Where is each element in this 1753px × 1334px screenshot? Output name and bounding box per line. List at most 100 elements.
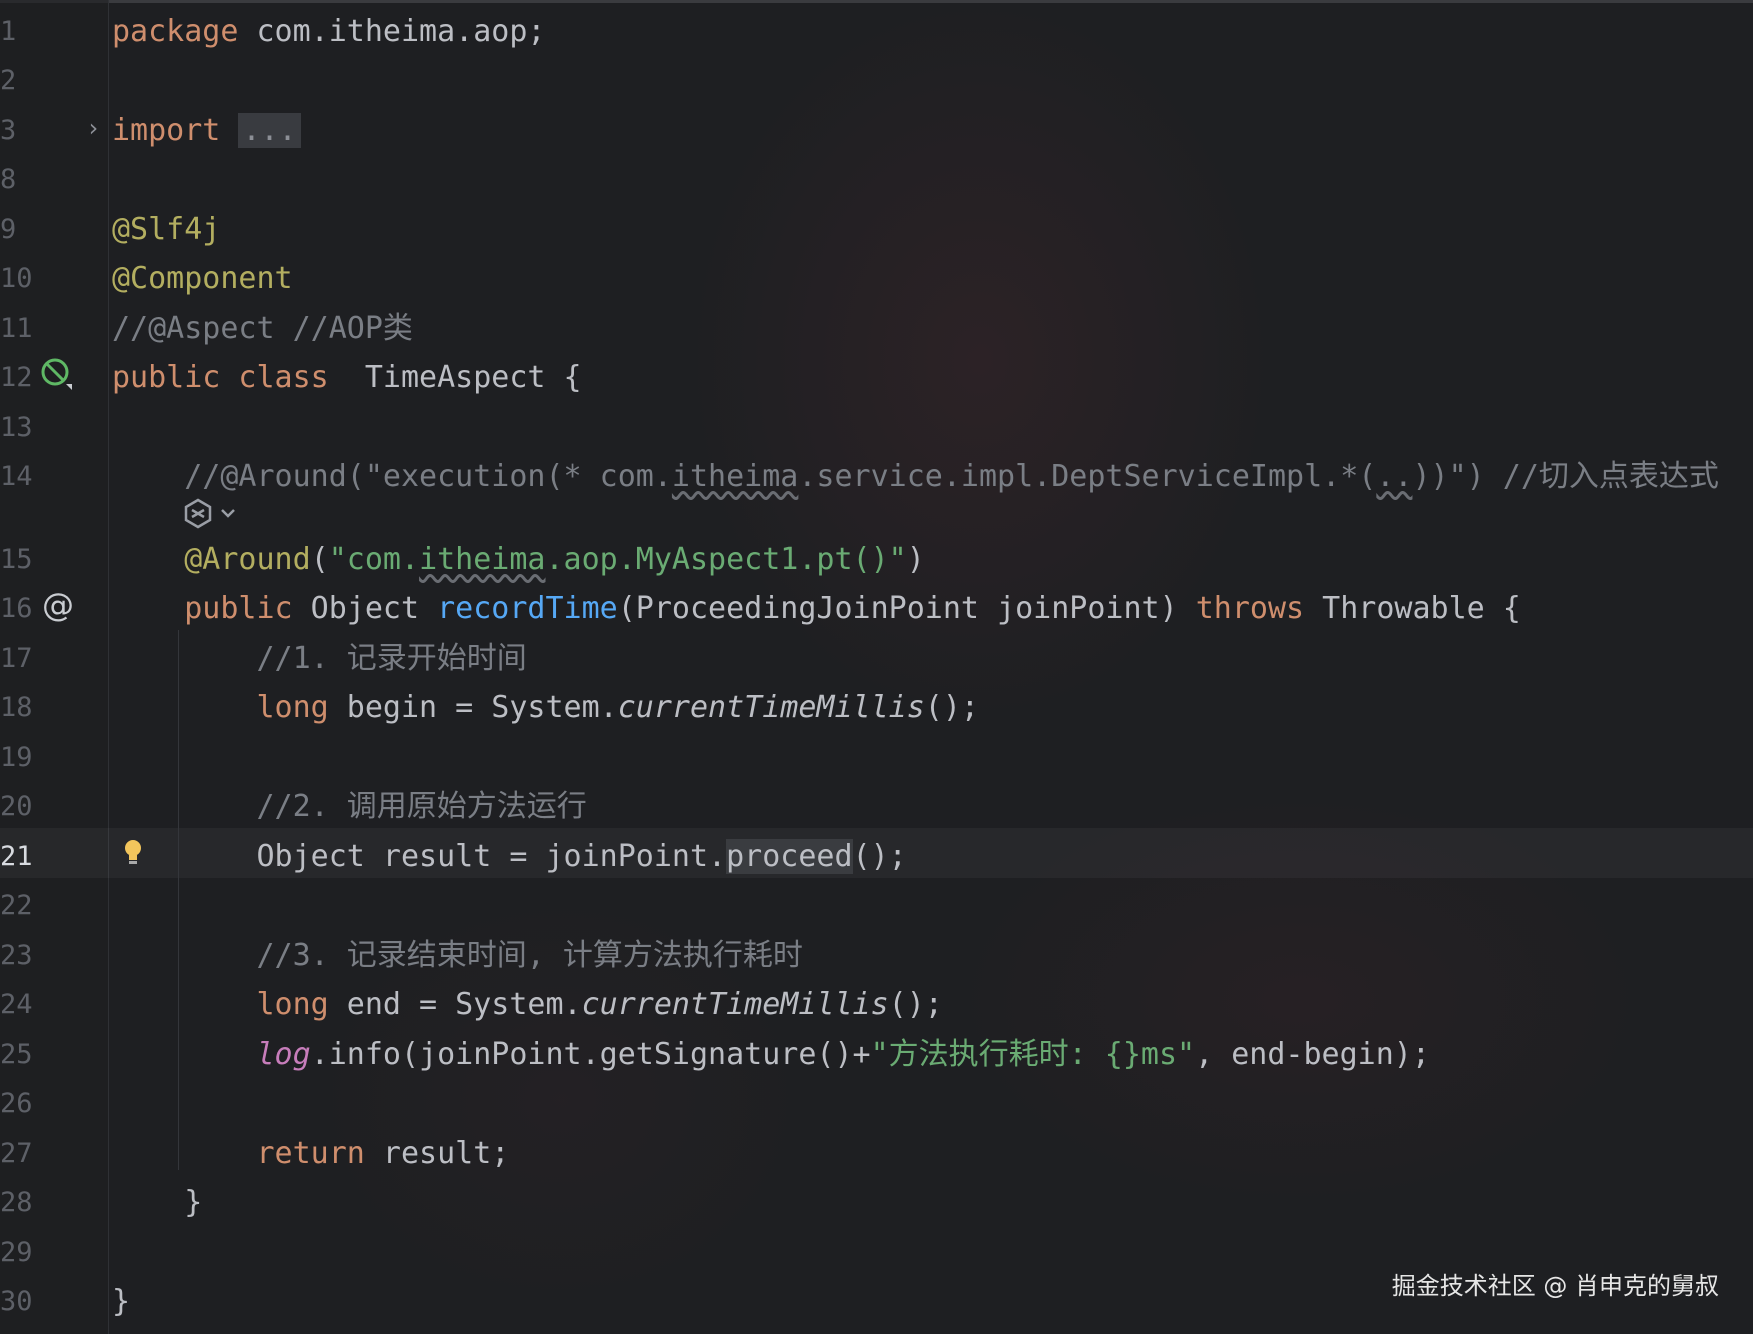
line-number: 22	[0, 890, 33, 921]
code-text[interactable]: //1. 记录开始时间	[112, 634, 527, 684]
code-line[interactable]: 8	[0, 155, 1753, 205]
code-line[interactable]: 10 @Component	[0, 254, 1753, 304]
code-text[interactable]: //@Aspect //AOP类	[112, 304, 413, 354]
code-token: "com.	[328, 542, 420, 577]
line-number: 19	[0, 742, 33, 773]
code-line[interactable]: 22	[0, 881, 1753, 931]
code-text[interactable]: }	[112, 1178, 202, 1228]
code-text[interactable]: //2. 调用原始方法运行	[112, 782, 587, 832]
editor-top-border	[0, 0, 1753, 3]
line-number: 2	[0, 65, 17, 96]
code-line[interactable]: 2	[0, 56, 1753, 106]
code-token: itheima	[671, 459, 799, 494]
chevron-right-icon[interactable]: ›	[86, 114, 100, 142]
code-token: @Component	[112, 261, 293, 296]
code-text[interactable]: //3. 记录结束时间, 计算方法执行耗时	[112, 931, 803, 981]
watermark: 掘金技术社区 @ 肖申克的舅叔	[1391, 1272, 1719, 1300]
code-token: import	[112, 113, 221, 148]
code-line[interactable]: 19	[0, 733, 1753, 783]
code-line[interactable]: 24 long end = System.currentTimeMillis()…	[0, 980, 1753, 1030]
code-text[interactable]: import ...	[112, 106, 301, 156]
line-number: 10	[0, 263, 33, 294]
code-text[interactable]: Object result = joinPoint.proceed();	[112, 832, 907, 882]
ai-assistant-icon[interactable]	[182, 496, 242, 530]
code-token: log	[256, 1037, 311, 1072]
code-token: currentTimeMillis	[617, 690, 925, 725]
code-token: public class	[112, 360, 329, 395]
code-text[interactable]: //@Around("execution(* com.itheima.servi…	[112, 452, 1719, 502]
code-token: //3. 记录结束时间, 计算方法执行耗时	[112, 938, 803, 973]
code-token: ...	[238, 113, 301, 148]
code-text[interactable]: public class TimeAspect {	[112, 353, 582, 403]
lightbulb-icon[interactable]	[122, 838, 144, 868]
code-line[interactable]: 26	[0, 1079, 1753, 1129]
code-token: "方法执行耗时: {}ms"	[870, 1037, 1196, 1072]
line-number: 17	[0, 643, 33, 674]
spring-bean-icon[interactable]	[40, 357, 74, 391]
code-token: itheima	[419, 542, 546, 577]
code-token: throws	[1195, 591, 1305, 626]
code-line[interactable]: 13	[0, 403, 1753, 453]
code-line[interactable]: 21 Object result = joinPoint.proceed();	[0, 832, 1753, 882]
code-line[interactable]: 1 package com.itheima.aop;	[0, 7, 1753, 57]
code-text[interactable]: }	[112, 1277, 130, 1327]
code-text[interactable]: return result;	[112, 1129, 510, 1179]
code-token: TimeAspect {	[328, 360, 582, 395]
line-number: 30	[0, 1286, 33, 1317]
line-number: 1	[0, 16, 17, 47]
code-text[interactable]: long end = System.currentTimeMillis();	[112, 980, 943, 1030]
code-line[interactable]: 9 @Slf4j	[0, 205, 1753, 255]
code-line[interactable]: 14 //@Around("execution(* com.itheima.se…	[0, 452, 1753, 502]
line-number: 11	[0, 313, 33, 344]
code-text[interactable]: log.info(joinPoint.getSignature()+"方法执行耗…	[112, 1030, 1430, 1080]
code-token: //1. 记录开始时间	[112, 641, 527, 676]
at-sign-icon[interactable]: @	[42, 587, 74, 623]
code-line[interactable]: 18 long begin = System.currentTimeMillis…	[0, 683, 1753, 733]
line-number: 21	[0, 841, 33, 872]
code-line[interactable]: 20 //2. 调用原始方法运行	[0, 782, 1753, 832]
code-token: proceed	[726, 839, 853, 874]
code-token: return	[256, 1136, 365, 1171]
code-token: result;	[364, 1136, 510, 1171]
code-line[interactable]: 28 }	[0, 1178, 1753, 1228]
code-token: .aop.MyAspect1.pt()"	[545, 542, 907, 577]
code-text[interactable]: public Object recordTime(ProceedingJoinP…	[112, 584, 1521, 634]
code-token: long	[256, 690, 329, 725]
code-token: recordTime	[437, 591, 618, 626]
line-number: 8	[0, 164, 17, 195]
code-token: //@Around("execution(* com.	[112, 459, 672, 494]
code-token: end = System.	[328, 987, 582, 1022]
code-token: }	[112, 1284, 131, 1319]
code-line[interactable]: 25 log.info(joinPoint.getSignature()+"方法…	[0, 1030, 1753, 1080]
code-line[interactable]: 17 //1. 记录开始时间	[0, 634, 1753, 684]
code-token: .info(joinPoint.getSignature()+	[310, 1037, 871, 1072]
code-line[interactable]: 12 public class TimeAspect {	[0, 353, 1753, 403]
code-line[interactable]: 23 //3. 记录结束时间, 计算方法执行耗时	[0, 931, 1753, 981]
code-token: @Slf4j	[112, 212, 221, 247]
code-token: package	[112, 14, 239, 49]
code-line[interactable]: 15 @Around("com.itheima.aop.MyAspect1.pt…	[0, 535, 1753, 585]
code-text[interactable]: @Slf4j	[112, 205, 220, 255]
code-line[interactable]: 3 import ...	[0, 106, 1753, 156]
code-text[interactable]: @Around("com.itheima.aop.MyAspect1.pt()"…	[112, 535, 925, 585]
code-text[interactable]: @Component	[112, 254, 293, 304]
code-text[interactable]: package com.itheima.aop;	[112, 7, 545, 57]
code-token: ();	[852, 839, 907, 874]
line-number: 15	[0, 544, 33, 575]
code-line[interactable]: 16 public Object recordTime(ProceedingJo…	[0, 584, 1753, 634]
code-token: long	[256, 987, 329, 1022]
code-editor[interactable]: 1 package com.itheima.aop; 2 3 import ... 8 9 @…	[0, 0, 1753, 1334]
code-token: )	[906, 542, 925, 577]
code-token: @Around	[184, 542, 311, 577]
code-token: //2. 调用原始方法运行	[112, 789, 587, 824]
code-text[interactable]: long begin = System.currentTimeMillis();	[112, 683, 979, 733]
code-token: ..	[1376, 459, 1413, 494]
line-number: 23	[0, 940, 33, 971]
code-line[interactable]: 11 //@Aspect //AOP类	[0, 304, 1753, 354]
code-line[interactable]: 27 return result;	[0, 1129, 1753, 1179]
code-token: , end-begin);	[1195, 1037, 1430, 1072]
